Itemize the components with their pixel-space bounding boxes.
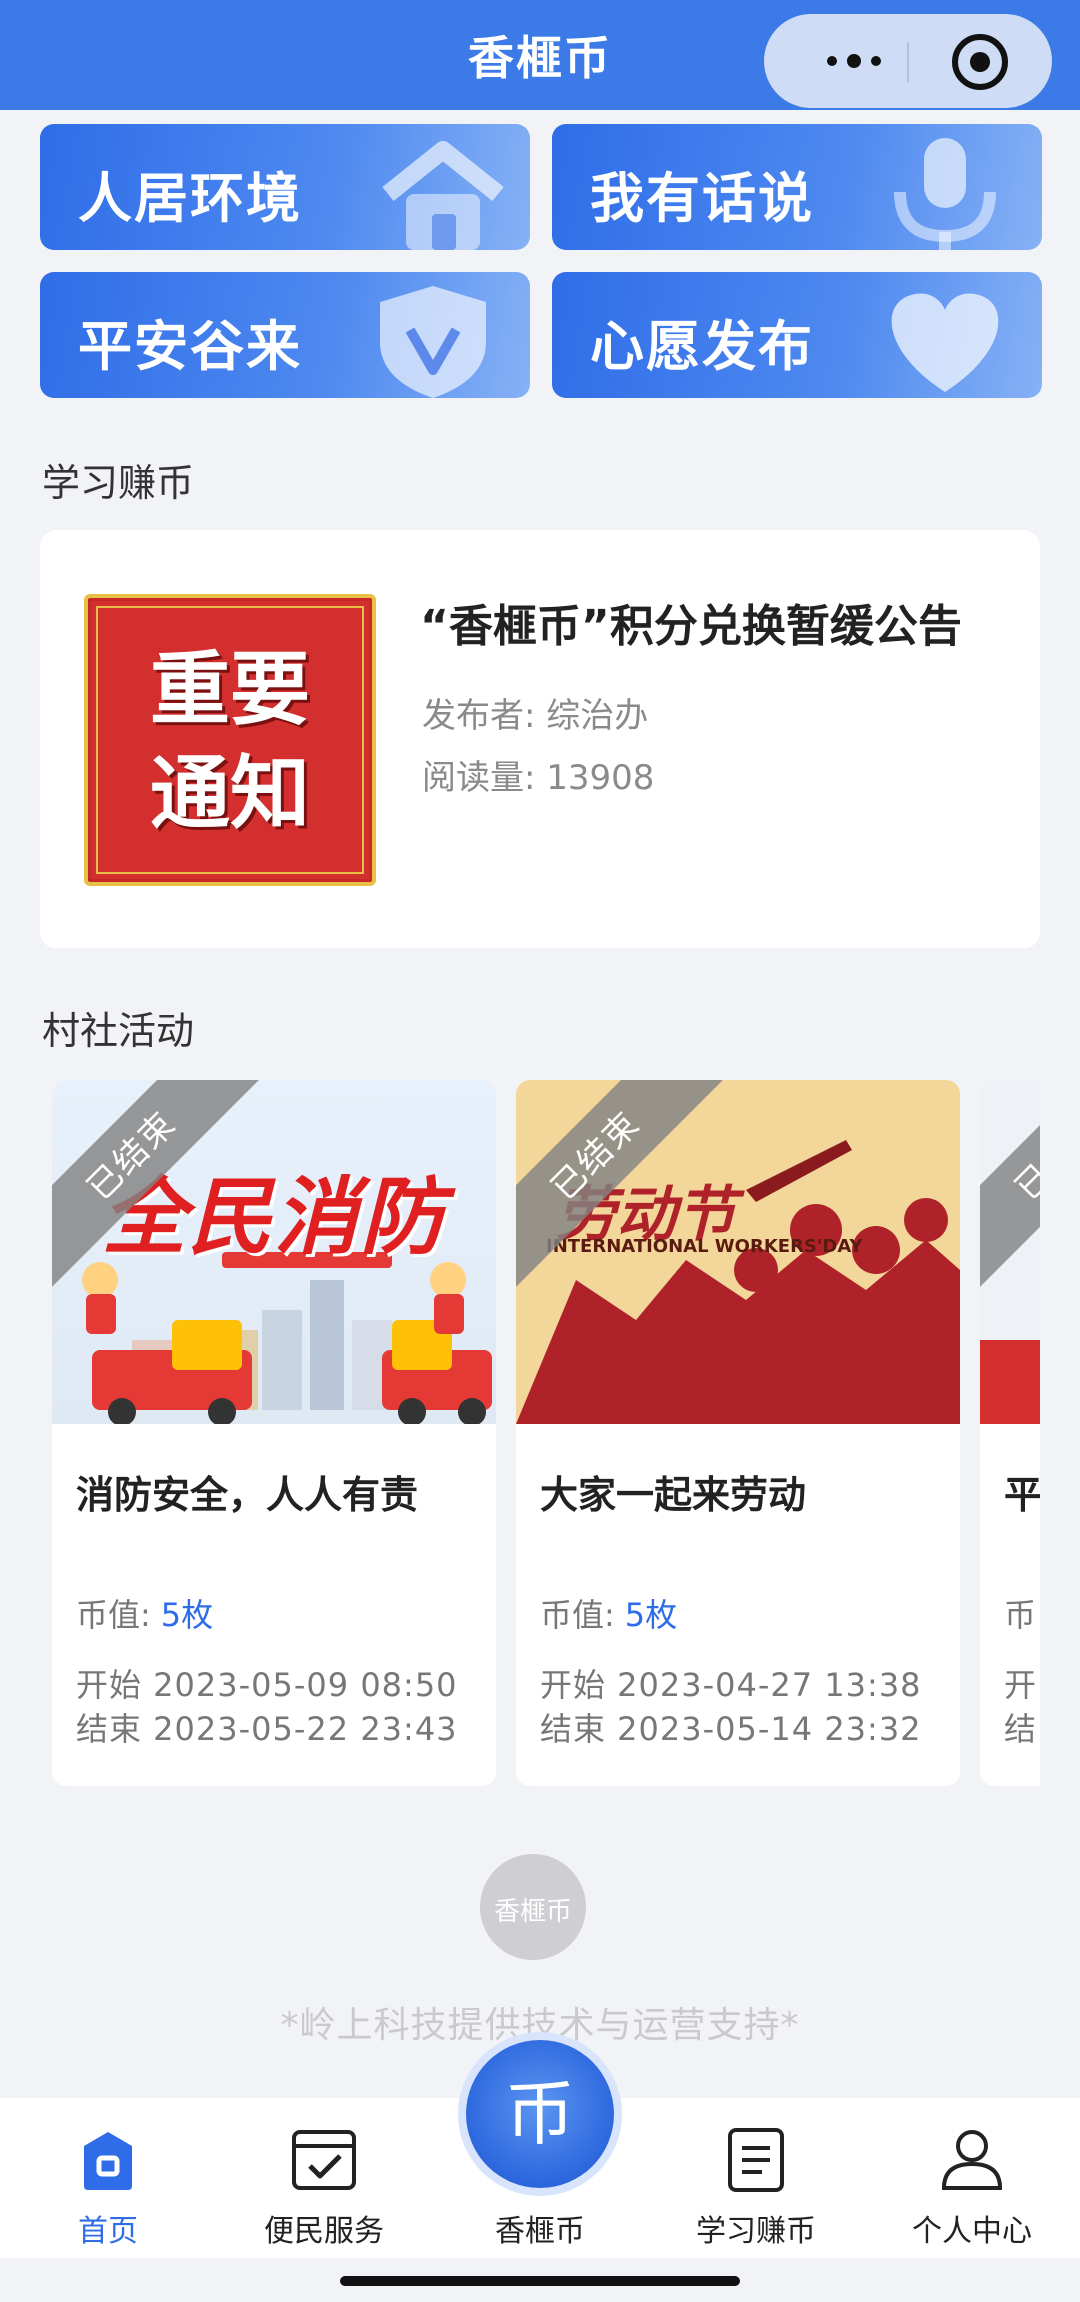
tab-label: 便民服务 [264, 2214, 384, 2249]
activity-title: 平 [1004, 1473, 1040, 1517]
notice-image-text: 重要 [150, 643, 310, 736]
activity-coin: 币值: 5枚 [76, 1590, 213, 1636]
article-publisher: 发布者: 综治办 [422, 696, 649, 736]
home-indicator [340, 2276, 740, 2286]
tab-study-earn[interactable]: 学习赚币 [648, 2098, 864, 2258]
tile-speak-up[interactable]: 我有话说 [552, 124, 1042, 250]
tile-label: 心愿发布 [590, 315, 814, 378]
coin-value: 5枚 [160, 1596, 214, 1634]
heart-icon [891, 293, 999, 392]
tab-personal-center[interactable]: 个人中心 [864, 2098, 1080, 2258]
activity-title: 大家一起来劳动 [540, 1473, 807, 1517]
microphone-icon [894, 138, 996, 250]
tile-wish-release[interactable]: 心愿发布 [552, 272, 1042, 398]
tab-convenience-service[interactable]: 便民服务 [216, 2098, 432, 2258]
activity-coin: 币 [1004, 1596, 1037, 1634]
top-navigation-bar: 香榧币 [0, 0, 1080, 110]
tile-label: 平安谷来 [78, 315, 302, 378]
activity-banner-subtext: INTERNATIONAL WORKERS'DAY [546, 1236, 863, 1257]
activity-end-time: 结 [1004, 1710, 1038, 1748]
house-icon [382, 141, 504, 250]
home-icon [84, 2132, 132, 2190]
more-menu-icon[interactable] [804, 14, 904, 108]
tab-label: 香榧币 [495, 2214, 585, 2249]
check-board-icon [292, 2130, 356, 2190]
mini-program-capsule [764, 14, 1052, 108]
tile-living-environment[interactable]: 人居环境 [40, 124, 530, 250]
section-title-activities: 村社活动 [42, 1009, 195, 1053]
capsule-divider [907, 42, 909, 82]
tile-label: 我有话说 [590, 167, 814, 230]
tile-safety[interactable]: 平安谷来 [40, 272, 530, 398]
user-icon [941, 2130, 1003, 2190]
coin-icon: 币 [505, 2073, 575, 2155]
brand-logo: 香榧币 [480, 1854, 586, 1960]
close-program-icon[interactable] [952, 34, 1008, 90]
tab-home[interactable]: 首页 [0, 2098, 216, 2258]
coin-center-button[interactable]: 币 [466, 2040, 614, 2188]
brand-logo-text: 香榧币 [493, 1897, 572, 1927]
activity-end-time: 结束 2023-05-14 23:32 [540, 1710, 922, 1748]
activity-banner: 全民消防 已结束 [52, 1080, 496, 1424]
shield-icon [380, 286, 486, 398]
activity-start-time: 开 [1004, 1666, 1038, 1704]
activity-card[interactable]: 已结束 平 币 开 结 [980, 1080, 1040, 1786]
activity-title: 消防安全，人人有责 [76, 1473, 419, 1517]
activity-banner: 劳动节 INTERNATIONAL WORKERS'DAY 已结束 [516, 1080, 960, 1424]
activity-start-time: 开始 2023-04-27 13:38 [540, 1666, 922, 1704]
activity-card[interactable]: 全民消防 已结束 消防安全，人人有责 币值: 5枚 开始 2023-05-09 0… [52, 1080, 496, 1786]
coin-label: 币值: [540, 1596, 615, 1634]
activity-card-clip: 已结束 平 币 开 结 [980, 1080, 1040, 1786]
activity-start-time: 开始 2023-05-09 08:50 [76, 1666, 458, 1704]
article-title: “香榧币”积分兑换暂缓公告 [420, 601, 962, 652]
notice-image-text: 通知 [150, 747, 310, 840]
activity-coin: 币值: 5枚 [540, 1590, 677, 1636]
article-read-count: 阅读量: 13908 [422, 758, 655, 798]
tile-label: 人居环境 [78, 167, 302, 230]
document-icon [728, 2128, 784, 2192]
tab-label: 首页 [78, 2214, 138, 2249]
activity-end-time: 结束 2023-05-22 23:43 [76, 1710, 458, 1748]
coin-value: 5枚 [624, 1596, 678, 1634]
activity-card[interactable]: 劳动节 INTERNATIONAL WORKERS'DAY 已结束 大家一起来劳… [516, 1080, 960, 1786]
activity-banner: 已结束 [980, 1080, 1040, 1424]
notice-thumbnail: 重要 通知 [84, 594, 376, 886]
tab-label: 个人中心 [912, 2214, 1032, 2249]
coin-label: 币值: [76, 1596, 151, 1634]
tab-label: 学习赚币 [696, 2214, 816, 2249]
article-card[interactable]: 重要 通知 “香榧币”积分兑换暂缓公告 发布者: 综治办 阅读量: 13908 [40, 530, 1040, 948]
section-title-study: 学习赚币 [42, 461, 195, 505]
